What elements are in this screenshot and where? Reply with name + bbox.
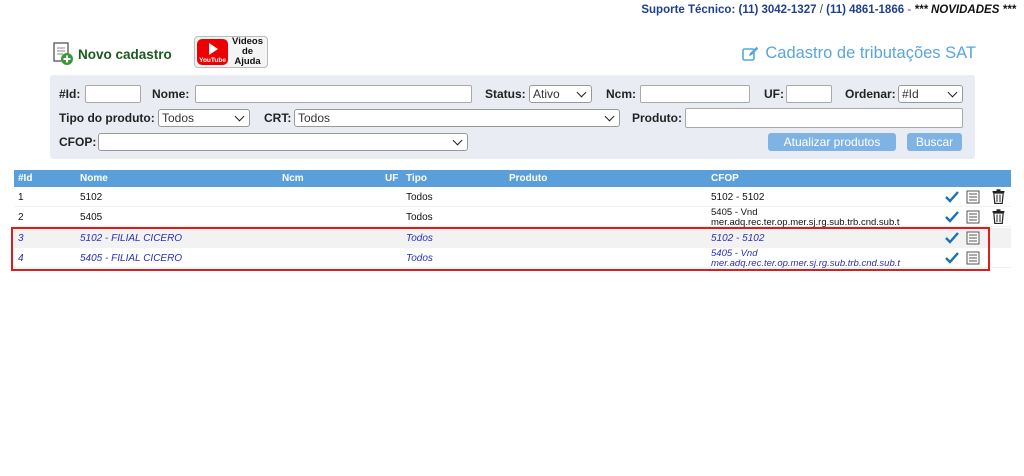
new-record-label: Novo cadastro xyxy=(78,46,172,62)
uf-label: UF: xyxy=(764,87,784,101)
help-videos-label-line2: de Ajuda xyxy=(234,46,261,67)
table-row[interactable]: 2 5405 Todos 5405 - Vnd mer.adq.rec.ter.… xyxy=(14,207,1011,228)
ncm-label: Ncm: xyxy=(606,87,637,101)
tipo-produto-value: Todos xyxy=(162,111,195,125)
cfop-select[interactable] xyxy=(98,133,468,151)
cell-tipo: Todos xyxy=(406,212,433,223)
highlight-frame xyxy=(11,227,990,271)
top-toolbar: Novo cadastro YouTube Videos de Ajuda Ca… xyxy=(52,36,976,72)
nome-input[interactable] xyxy=(195,85,472,103)
id-label: #Id: xyxy=(59,87,81,101)
col-ncm[interactable]: Ncm xyxy=(282,173,304,184)
status-value: Ativo xyxy=(533,87,560,101)
produto-input[interactable] xyxy=(685,108,963,128)
uf-input[interactable] xyxy=(786,85,832,103)
col-nome[interactable]: Nome xyxy=(80,173,108,184)
support-phone-2[interactable]: (11) 4861-1866 xyxy=(826,4,904,16)
col-id[interactable]: #Id xyxy=(18,173,32,184)
ordenar-select[interactable]: #Id xyxy=(898,85,963,103)
crt-select[interactable]: Todos xyxy=(294,109,620,127)
check-icon[interactable] xyxy=(945,190,959,203)
new-record-button[interactable]: Novo cadastro xyxy=(52,42,172,66)
id-input[interactable] xyxy=(85,85,141,103)
new-document-icon xyxy=(53,42,73,65)
page-title: Cadastro de tributações SAT xyxy=(742,44,976,63)
status-label: Status: xyxy=(485,87,526,101)
chevron-down-icon xyxy=(452,135,463,146)
crt-value: Todos xyxy=(298,111,331,125)
cell-id: 1 xyxy=(18,192,24,203)
table-row[interactable]: 1 5102 Todos 5102 - 5102 xyxy=(14,187,1011,207)
help-videos-label: Videos de Ajuda xyxy=(230,37,265,67)
cell-nome: 5405 xyxy=(80,212,103,223)
ordenar-label: Ordenar: xyxy=(845,87,896,101)
support-slash: / xyxy=(819,4,823,16)
support-bar: Suporte Técnico: (11) 3042-1327 / (11) 4… xyxy=(641,4,1016,16)
edit-icon xyxy=(742,46,759,61)
youtube-icon: YouTube xyxy=(197,39,229,65)
crt-label: CRT: xyxy=(264,111,292,125)
help-videos-button[interactable]: YouTube Videos de Ajuda xyxy=(194,36,268,68)
table-header: #Id Nome Ncm UF Tipo Produto CFOP xyxy=(14,170,1011,187)
trash-icon[interactable] xyxy=(992,209,1005,224)
tipo-produto-label: Tipo do produto: xyxy=(59,111,155,125)
youtube-brand: YouTube xyxy=(199,57,226,64)
cell-tipo: Todos xyxy=(406,192,433,203)
novidades-link[interactable]: *** NOVIDADES *** xyxy=(914,4,1016,16)
col-cfop[interactable]: CFOP xyxy=(711,173,739,184)
search-button[interactable]: Buscar xyxy=(907,133,962,151)
support-phone-1[interactable]: (11) 3042-1327 xyxy=(738,4,816,16)
filter-panel: #Id: Nome: Status: Ativo Ncm: UF: Ordena… xyxy=(50,75,975,159)
ncm-input[interactable] xyxy=(640,85,750,103)
cell-cfop: 5102 - 5102 xyxy=(711,192,765,203)
produto-label: Produto: xyxy=(632,111,682,125)
cell-nome: 5102 xyxy=(80,192,103,203)
nome-label: Nome: xyxy=(152,87,190,101)
check-icon[interactable] xyxy=(945,210,959,223)
chevron-down-icon xyxy=(576,87,587,98)
chevron-down-icon xyxy=(234,111,245,122)
details-icon[interactable] xyxy=(966,210,980,224)
chevron-down-icon xyxy=(604,111,615,122)
status-select[interactable]: Ativo xyxy=(529,85,592,103)
page-title-text: Cadastro de tributações SAT xyxy=(765,44,976,62)
col-uf[interactable]: UF xyxy=(385,173,398,184)
support-dash: - xyxy=(907,4,912,16)
update-products-button[interactable]: Atualizar produtos xyxy=(768,133,896,151)
support-label: Suporte Técnico: xyxy=(641,4,736,16)
col-produto[interactable]: Produto xyxy=(509,173,547,184)
tipo-produto-select[interactable]: Todos xyxy=(158,109,250,127)
chevron-down-icon xyxy=(947,87,958,98)
col-tipo[interactable]: Tipo xyxy=(406,173,427,184)
cell-id: 2 xyxy=(18,212,24,223)
details-icon[interactable] xyxy=(966,190,980,204)
trash-icon[interactable] xyxy=(992,189,1005,204)
cfop-label: CFOP: xyxy=(59,135,97,149)
ordenar-value: #Id xyxy=(902,87,919,101)
